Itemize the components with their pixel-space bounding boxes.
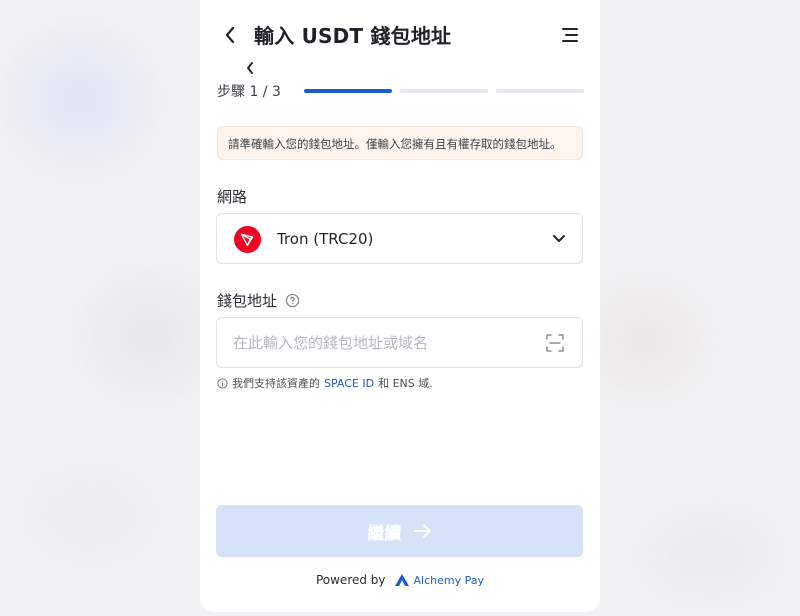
step-progress-bar xyxy=(304,89,584,93)
alchemy-pay-logo: Alchemy Pay xyxy=(394,573,484,587)
wallet-address-label-text: 錢包地址 xyxy=(217,292,278,310)
chevron-left-icon xyxy=(247,62,253,74)
chevron-down-icon xyxy=(553,235,565,242)
footer: Powered by Alchemy Pay xyxy=(200,573,600,587)
wallet-address-input[interactable] xyxy=(233,332,533,354)
menu-button[interactable] xyxy=(556,19,584,51)
network-label: 網路 xyxy=(217,188,248,206)
alchemy-pay-icon xyxy=(394,574,409,586)
page-title: 輸入 USDT 錢包地址 xyxy=(254,24,452,48)
progress-segment-3 xyxy=(496,89,584,93)
wallet-address-panel: 輸入 USDT 錢包地址 步驟 1 / 3 請準確輸入您的錢包地址。僅輸入您擁有… xyxy=(200,0,600,612)
scan-qr-button[interactable] xyxy=(544,332,566,354)
progress-segment-2 xyxy=(400,89,488,93)
alchemy-pay-name: Alchemy Pay xyxy=(413,573,485,587)
info-icon xyxy=(217,377,228,389)
step-indicator: 步驟 1 / 3 xyxy=(217,84,281,100)
tron-icon xyxy=(234,226,261,253)
domain-support-hint: 我們支持該資產的 SPACE ID 和 ENS 域. xyxy=(217,375,433,391)
progress-segment-1 xyxy=(304,89,392,93)
back-button[interactable] xyxy=(216,18,244,52)
network-selected-value: Tron (TRC20) xyxy=(277,230,374,248)
hint-suffix: 和 ENS 域. xyxy=(378,377,433,390)
wallet-address-label: 錢包地址 xyxy=(217,290,300,311)
arrow-right-icon xyxy=(413,524,431,538)
network-select[interactable]: Tron (TRC20) xyxy=(216,213,583,264)
warning-notice: 請準確輸入您的錢包地址。僅輸入您擁有且有權存取的錢包地址。 xyxy=(217,126,583,160)
powered-by-text: Powered by xyxy=(315,573,386,587)
header: 輸入 USDT 錢包地址 xyxy=(200,14,600,56)
step-back-button[interactable] xyxy=(240,58,260,78)
space-id-link[interactable]: SPACE ID xyxy=(324,377,374,390)
continue-label: 繼續 xyxy=(367,523,402,544)
scan-icon xyxy=(546,334,564,352)
wallet-address-field xyxy=(216,317,583,368)
menu-icon xyxy=(562,28,578,42)
chevron-left-icon xyxy=(225,26,235,44)
help-icon[interactable] xyxy=(285,293,300,308)
continue-button[interactable]: 繼續 xyxy=(216,505,583,557)
hint-prefix: 我們支持該資產的 xyxy=(232,377,320,390)
